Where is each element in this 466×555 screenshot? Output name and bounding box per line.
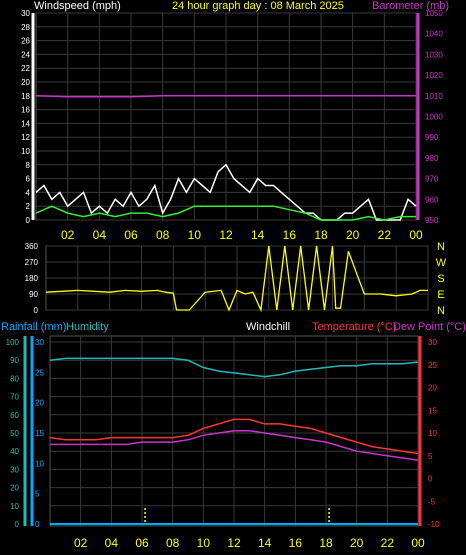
- humidity-tick-label: 100: [6, 338, 20, 347]
- wind-tick-label: 18: [21, 92, 30, 101]
- temperature-tick-label: 30: [428, 338, 437, 347]
- barometer-tick-label: 1050: [425, 9, 443, 18]
- humidity-tick-label: 0: [15, 520, 20, 529]
- temperature-tick-label: 5: [428, 452, 433, 461]
- temperature-tick-label: 20: [428, 384, 437, 393]
- time-tick-label: 08: [156, 228, 170, 242]
- rainfall-tick-label: 25: [35, 368, 44, 377]
- wind-tick-label: 22: [21, 64, 30, 73]
- wind-tick-label: 14: [21, 119, 30, 128]
- humidity-tick-label: 10: [10, 502, 19, 511]
- time-tick-label: 06: [124, 228, 138, 242]
- wind-tick-label: 6: [26, 175, 31, 184]
- windspeed-label: Windspeed (mph): [34, 0, 121, 12]
- time-tick-label: 04: [105, 536, 119, 550]
- compass-label: W: [436, 257, 447, 269]
- barometer-tick-label: 1020: [425, 71, 443, 80]
- barometer-tick-label: 1040: [425, 30, 443, 39]
- time-tick-label: 02: [61, 228, 75, 242]
- time-tick-label: 22: [381, 536, 395, 550]
- time-tick-label: 12: [219, 228, 233, 242]
- graph-title: 24 hour graph day : 08 March 2025: [172, 0, 344, 12]
- humidity-label: Humidity: [66, 321, 109, 333]
- compass-label: N: [437, 305, 445, 317]
- time-tick-label: 08: [166, 536, 180, 550]
- wind-tick-label: 30: [21, 9, 30, 18]
- direction-tick-label: 270: [25, 258, 39, 267]
- time-tick-label: 06: [135, 536, 149, 550]
- time-tick-label: 22: [378, 228, 392, 242]
- time-tick-label: 18: [319, 536, 333, 550]
- compass-label: N: [437, 241, 445, 253]
- time-tick-label: 04: [93, 228, 107, 242]
- direction-tick-label: 0: [34, 306, 39, 315]
- time-tick-label: 18: [314, 228, 328, 242]
- humidity-tick-label: 30: [10, 465, 19, 474]
- time-tick-label: 14: [258, 536, 272, 550]
- barometer-tick-label: 1000: [425, 113, 443, 122]
- direction-chart: 090180270360 NWSEN: [25, 241, 447, 317]
- rainfall-label: Rainfall (mm): [1, 321, 66, 333]
- compass-label: S: [437, 273, 444, 285]
- temperature-tick-label: -10: [428, 520, 440, 529]
- windchill-label: Windchill: [246, 321, 290, 333]
- wind-tick-label: 2: [26, 202, 31, 211]
- temperature-tick-label: 0: [428, 475, 433, 484]
- wind-tick-label: 12: [21, 133, 30, 142]
- humidity-tick-label: 40: [10, 447, 19, 456]
- wind-chart: 0246810121416182022242628309509609709809…: [21, 9, 443, 242]
- temperature-label: Temperature (°C): [312, 321, 396, 333]
- temperature-tick-label: 25: [428, 361, 437, 370]
- wind-tick-label: 26: [21, 37, 30, 46]
- wind-tick-label: 20: [21, 78, 30, 87]
- temperature-tick-label: -5: [428, 497, 436, 506]
- humidity-tick-label: 50: [10, 429, 19, 438]
- temperature-tick-label: 15: [428, 406, 437, 415]
- time-tick-label: 16: [289, 536, 303, 550]
- barometer-tick-label: 980: [425, 154, 439, 163]
- wind-tick-label: 28: [21, 23, 30, 32]
- time-tick-label: 00: [409, 228, 423, 242]
- temperature-tick-label: 10: [428, 429, 437, 438]
- time-tick-label: 20: [346, 228, 360, 242]
- time-tick-label: 20: [350, 536, 364, 550]
- time-tick-label: 02: [74, 536, 88, 550]
- rainfall-tick-label: 5: [35, 490, 40, 499]
- direction-tick-label: 180: [25, 274, 39, 283]
- barometer-tick-label: 960: [425, 195, 439, 204]
- barometer-tick-label: 990: [425, 133, 439, 142]
- dewpoint-label: Dew Point (°C): [393, 321, 466, 333]
- rainfall-tick-label: 30: [35, 338, 44, 347]
- rainfall-tick-label: 0: [35, 520, 40, 529]
- rainfall-tick-label: 15: [35, 429, 44, 438]
- rainfall-tick-label: 10: [35, 459, 44, 468]
- humidity-tick-label: 60: [10, 411, 19, 420]
- wind-tick-label: 24: [21, 50, 30, 59]
- compass-label: E: [437, 289, 444, 301]
- weather-graph: Windspeed (mph) 24 hour graph day : 08 M…: [1, 0, 466, 550]
- temperature-chart: 0102030405060708090100051015202530-10-50…: [6, 335, 440, 550]
- humidity-tick-label: 70: [10, 393, 19, 402]
- time-tick-label: 00: [411, 536, 425, 550]
- wind-tick-label: 16: [21, 106, 30, 115]
- wind-tick-label: 10: [21, 147, 30, 156]
- barometer-tick-label: 1030: [425, 50, 443, 59]
- wind-tick-label: 0: [26, 216, 31, 225]
- time-tick-label: 14: [251, 228, 265, 242]
- time-tick-label: 10: [188, 228, 202, 242]
- time-tick-label: 10: [197, 536, 211, 550]
- wind-tick-label: 8: [26, 161, 31, 170]
- rainfall-tick-label: 20: [35, 399, 44, 408]
- time-tick-label: 12: [227, 536, 241, 550]
- time-tick-label: 16: [283, 228, 297, 242]
- direction-tick-label: 90: [29, 290, 38, 299]
- humidity-tick-label: 80: [10, 374, 19, 383]
- barometer-tick-label: 950: [425, 216, 439, 225]
- barometer-tick-label: 970: [425, 175, 439, 184]
- wind-tick-label: 4: [26, 188, 31, 197]
- direction-tick-label: 360: [25, 242, 39, 251]
- humidity-tick-label: 90: [10, 356, 19, 365]
- barometer-tick-label: 1010: [425, 92, 443, 101]
- humidity-tick-label: 20: [10, 484, 19, 493]
